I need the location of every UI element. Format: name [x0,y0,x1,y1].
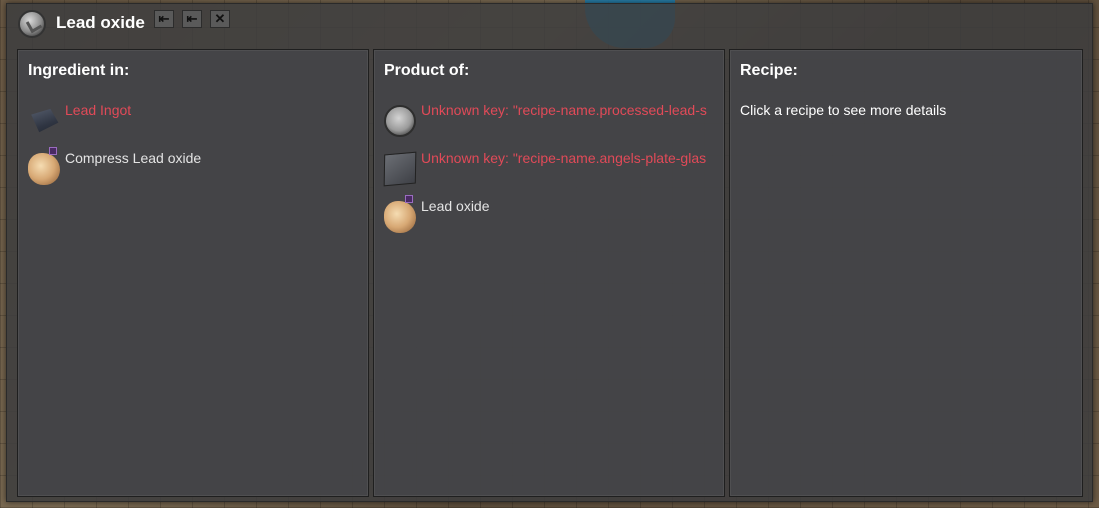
badge-icon [49,147,57,155]
lead-oxide-icon [28,153,60,185]
recipe-title: Recipe: [740,62,798,79]
back-to-start-button[interactable]: ⇤ [182,10,202,28]
product-of-title: Product of: [384,62,470,79]
list-item[interactable]: Compress Lead oxide [28,147,358,186]
recipe-label: Lead Ingot [65,102,132,118]
lead-oxide-title-icon [18,10,46,38]
recipe-hint: Click a recipe to see more details [740,102,947,118]
titlebar: Lead oxide ⇤ ⇤ ✕ [7,4,1092,42]
badge-icon [405,195,413,203]
list-item[interactable]: Lead oxide [384,195,714,234]
window-title: Lead oxide [56,13,145,32]
recipe-panel: Recipe: Click a recipe to see more detai… [729,49,1083,497]
recipe-label: Lead oxide [421,198,490,214]
list-item[interactable]: Unknown key: "recipe-name.processed-lead… [384,102,714,138]
recipe-browser-window: Lead oxide ⇤ ⇤ ✕ Ingredient in: Lead Ing… [6,3,1093,502]
list-item[interactable]: Lead Ingot [28,102,358,138]
product-of-panel: Product of: Unknown key: "recipe-name.pr… [373,49,725,497]
lead-oxide-icon [384,201,416,233]
processed-lead-icon [384,105,416,137]
back-button[interactable]: ⇤ [154,10,174,28]
list-item[interactable]: Unknown key: "recipe-name.angels-plate-g… [383,150,714,187]
recipe-label: Compress Lead oxide [65,150,202,166]
plate-glass-icon [383,151,417,187]
lead-ingot-icon [31,108,59,133]
close-button[interactable]: ✕ [210,10,230,28]
recipe-label: Unknown key: "recipe-name.processed-lead… [421,102,707,118]
recipe-label: Unknown key: "recipe-name.angels-plate-g… [421,150,707,166]
ingredient-in-panel: Ingredient in: Lead Ingot Compress Lead … [17,49,369,497]
ingredient-in-title: Ingredient in: [28,62,130,79]
